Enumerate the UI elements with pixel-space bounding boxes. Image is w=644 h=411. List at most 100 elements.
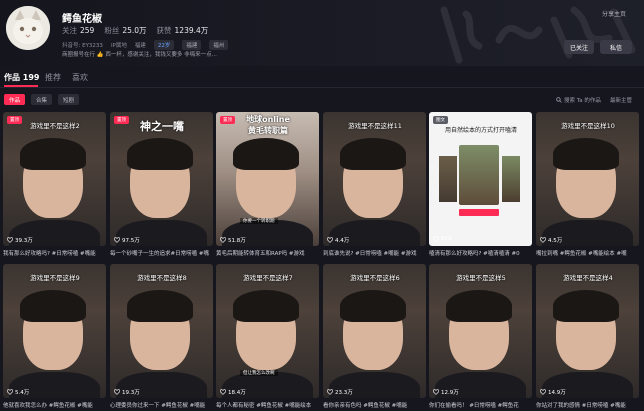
like-count-value: 4.4万 — [335, 238, 350, 244]
video-caption: 游戏里不是这样8 — [137, 274, 187, 282]
video-thumbnail[interactable]: 游戏里不是这样4 14.9万 — [536, 264, 639, 398]
person-hair — [553, 138, 619, 170]
tab-works[interactable]: 作品 199 — [4, 72, 39, 83]
heart-icon — [7, 237, 13, 243]
like-count: 39.3万 — [7, 236, 33, 244]
like-count: 829 — [433, 236, 452, 242]
tab-liked[interactable]: 喜欢 — [72, 72, 88, 83]
profile-stats: 关注 259 粉丝 25.0万 获赞 1239.4万 — [62, 25, 208, 36]
heart-icon — [114, 237, 120, 243]
video-thumbnail[interactable]: 游戏里不是这样2 置顶 39.3万 — [3, 112, 106, 246]
like-count-value: 18.4万 — [228, 390, 246, 396]
thumbnail-image — [459, 145, 499, 205]
video-thumbnail[interactable]: 地球online 黄毛转职篇 你要一个转职期 置顶 51.8万 — [216, 112, 319, 246]
pinned-badge: 置顶 — [7, 116, 22, 124]
video-caption: 游戏里不是这样7 — [243, 274, 293, 282]
filter-short-drama[interactable]: 短剧 — [58, 94, 80, 105]
video-title[interactable]: 嘴拉到嘴 #鳄鱼花椒 #嘴能绘本 #嘴 — [536, 249, 639, 257]
pinned-badge: 置顶 — [114, 116, 129, 124]
like-count-value: 14.9万 — [548, 390, 566, 396]
like-count: 12.9万 — [433, 388, 459, 396]
filter-collections[interactable]: 合集 — [31, 94, 53, 105]
video-thumbnail[interactable]: 游戏里不是这样9 5.4万 — [3, 264, 106, 398]
like-count: 18.4万 — [220, 388, 246, 396]
video-caption: 游戏里不是这样4 — [563, 274, 613, 282]
thumbnail-image — [502, 156, 520, 202]
video-card[interactable]: 神之一嘴 置顶 97.5万 每一个砂嘴子一生的追求#日常唠嗑 #嘴 — [110, 112, 213, 257]
video-caption: 游戏里不是这样11 — [348, 122, 402, 130]
video-thumbnail[interactable]: 游戏里不是这样7 但让我怎么改啊 18.4万 — [216, 264, 319, 398]
followed-button[interactable]: 已关注 — [564, 40, 594, 54]
search-works-button[interactable]: 搜索 Ta 的作品 — [556, 96, 601, 104]
age-tag: 22岁 — [153, 40, 175, 50]
thumbnail-banner — [459, 209, 499, 216]
heart-icon — [114, 389, 120, 395]
stat-followers[interactable]: 粉丝 25.0万 — [104, 25, 146, 36]
like-count: 14.9万 — [540, 388, 566, 396]
heart-icon — [220, 237, 226, 243]
content-filters: 作品 合集 短剧 — [4, 94, 80, 105]
video-caption: 游戏里不是这样6 — [350, 274, 400, 282]
video-card[interactable]: 游戏里不是这样7 但让我怎么改啊 18.4万每个人都有秘密 #鳄鱼花椒 #嘴能绘本 — [216, 264, 319, 409]
video-card[interactable]: 地球online 黄毛转职篇 你要一个转职期 置顶 51.8万 黄毛后期能转体育五和RA… — [216, 112, 319, 257]
like-count: 4.4万 — [327, 236, 349, 244]
like-count-value: 12.9万 — [441, 390, 459, 396]
video-card[interactable]: 游戏里不是这样9 5.4万他就喜欢我怎么办 #鳄鱼花椒 #嘴能 — [3, 264, 106, 409]
like-count-value: 19.3万 — [122, 390, 140, 396]
video-title[interactable]: 嗑清有那么好攻略吗? #嗑清嗑清 #0 — [429, 249, 532, 257]
video-card[interactable]: 游戏里不是这样6 23.3万看你亲亲有色吗 #鳄鱼花椒 #嘴能 — [323, 264, 426, 409]
stat-following[interactable]: 关注 259 — [62, 25, 94, 36]
video-caption: 游戏里不是这样9 — [30, 274, 80, 282]
video-card[interactable]: 游戏里不是这样5 12.9万你们在偷看吗！ #日常唠嗑 #鳄鱼花 — [429, 264, 532, 409]
video-title[interactable]: 黄毛后期能转体育五和RAP吗 #游戏 — [216, 249, 319, 257]
video-subtitle: 你要一个转职期 — [240, 218, 278, 224]
video-caption: 用自然绘本的方式打开嗑清 — [444, 127, 517, 134]
province-tag: 福建 — [182, 40, 202, 50]
video-card[interactable]: 游戏里不是这样8 19.3万心理委员你过来一下 #鳄鱼花椒 #嘴能 — [110, 264, 213, 409]
avatar[interactable] — [6, 6, 50, 50]
video-thumbnail[interactable]: 用自然绘本的方式打开嗑清 图文 829 — [429, 112, 532, 246]
video-thumbnail[interactable]: 游戏里不是这样10 4.5万 — [536, 112, 639, 246]
city-tag: 福州 — [209, 40, 229, 50]
profile-bio: 商圈报号在行 👍 西一杯，感谢关注，我钱又要多 非嗨来一点... — [62, 52, 217, 58]
video-thumbnail[interactable]: 游戏里不是这样8 19.3万 — [110, 264, 213, 398]
like-count-value: 51.8万 — [228, 238, 246, 244]
thumbnail-image — [439, 156, 457, 202]
video-title[interactable]: 每个人都有秘密 #鳄鱼花椒 #嘴能绘本 — [216, 401, 319, 409]
tab-recommended[interactable]: 推荐 — [45, 72, 61, 83]
like-count: 4.5万 — [540, 236, 562, 244]
video-title[interactable]: 他就喜欢我怎么办 #鳄鱼花椒 #嘴能 — [3, 401, 106, 409]
image-post-badge: 图文 — [433, 116, 448, 124]
video-card[interactable]: 游戏里不是这样4 14.9万你站对了我的感情 #日常唠嗑 #嘴能 — [536, 264, 639, 409]
like-count: 97.5万 — [114, 236, 140, 244]
video-title[interactable]: 你站对了我的感情 #日常唠嗑 #嘴能 — [536, 401, 639, 409]
video-card[interactable]: 游戏里不是这样10 4.5万嘴拉到嘴 #鳄鱼花椒 #嘴能绘本 #嘴 — [536, 112, 639, 257]
video-thumbnail[interactable]: 神之一嘴 置顶 97.5万 — [110, 112, 213, 246]
video-title[interactable]: 我有那么好攻略吗? #日常唠嗑 #嘴能 — [3, 249, 106, 257]
video-card[interactable]: 用自然绘本的方式打开嗑清 图文 829 嗑清有那么好攻略吗? #嗑清嗑清 #0 — [429, 112, 532, 257]
video-card[interactable]: 游戏里不是这样11 4.4万到底谁先说? #日常唠嗑 #嘴能 #游戏 — [323, 112, 426, 257]
like-count-value: 829 — [441, 236, 452, 242]
cat-avatar-icon — [6, 6, 50, 50]
video-title[interactable]: 心理委员你过来一下 #鳄鱼花椒 #嘴能 — [110, 401, 213, 409]
video-thumbnail[interactable]: 游戏里不是这样11 4.4万 — [323, 112, 426, 246]
share-profile-button[interactable]: 分享主页 — [602, 9, 626, 18]
heart-icon — [540, 389, 546, 395]
video-title[interactable]: 你们在偷看吗！ #日常唠嗑 #鳄鱼花 — [429, 401, 532, 409]
person-hair — [553, 290, 619, 322]
message-button[interactable]: 私信 — [600, 40, 632, 54]
heart-icon — [327, 237, 333, 243]
video-title[interactable]: 每一个砂嘴子一生的追求#日常唠嗑 #嘴 — [110, 249, 213, 257]
profile-name: 鳄鱼花椒 — [62, 14, 102, 25]
person-hair — [20, 290, 86, 322]
video-thumbnail[interactable]: 游戏里不是这样6 23.3万 — [323, 264, 426, 398]
pinned-badge: 置顶 — [220, 116, 235, 124]
video-title[interactable]: 到底谁先说? #日常唠嗑 #嘴能 #游戏 — [323, 249, 426, 257]
filter-works[interactable]: 作品 — [4, 94, 26, 105]
sort-dropdown[interactable]: 最新主管 — [610, 96, 632, 104]
video-card[interactable]: 游戏里不是这样2 置顶 39.3万 我有那么好攻略吗? #日常唠嗑 #嘴能 — [3, 112, 106, 257]
person-hair — [340, 290, 406, 322]
video-thumbnail[interactable]: 游戏里不是这样5 12.9万 — [429, 264, 532, 398]
like-count: 51.8万 — [220, 236, 246, 244]
video-title[interactable]: 看你亲亲有色吗 #鳄鱼花椒 #嘴能 — [323, 401, 426, 409]
